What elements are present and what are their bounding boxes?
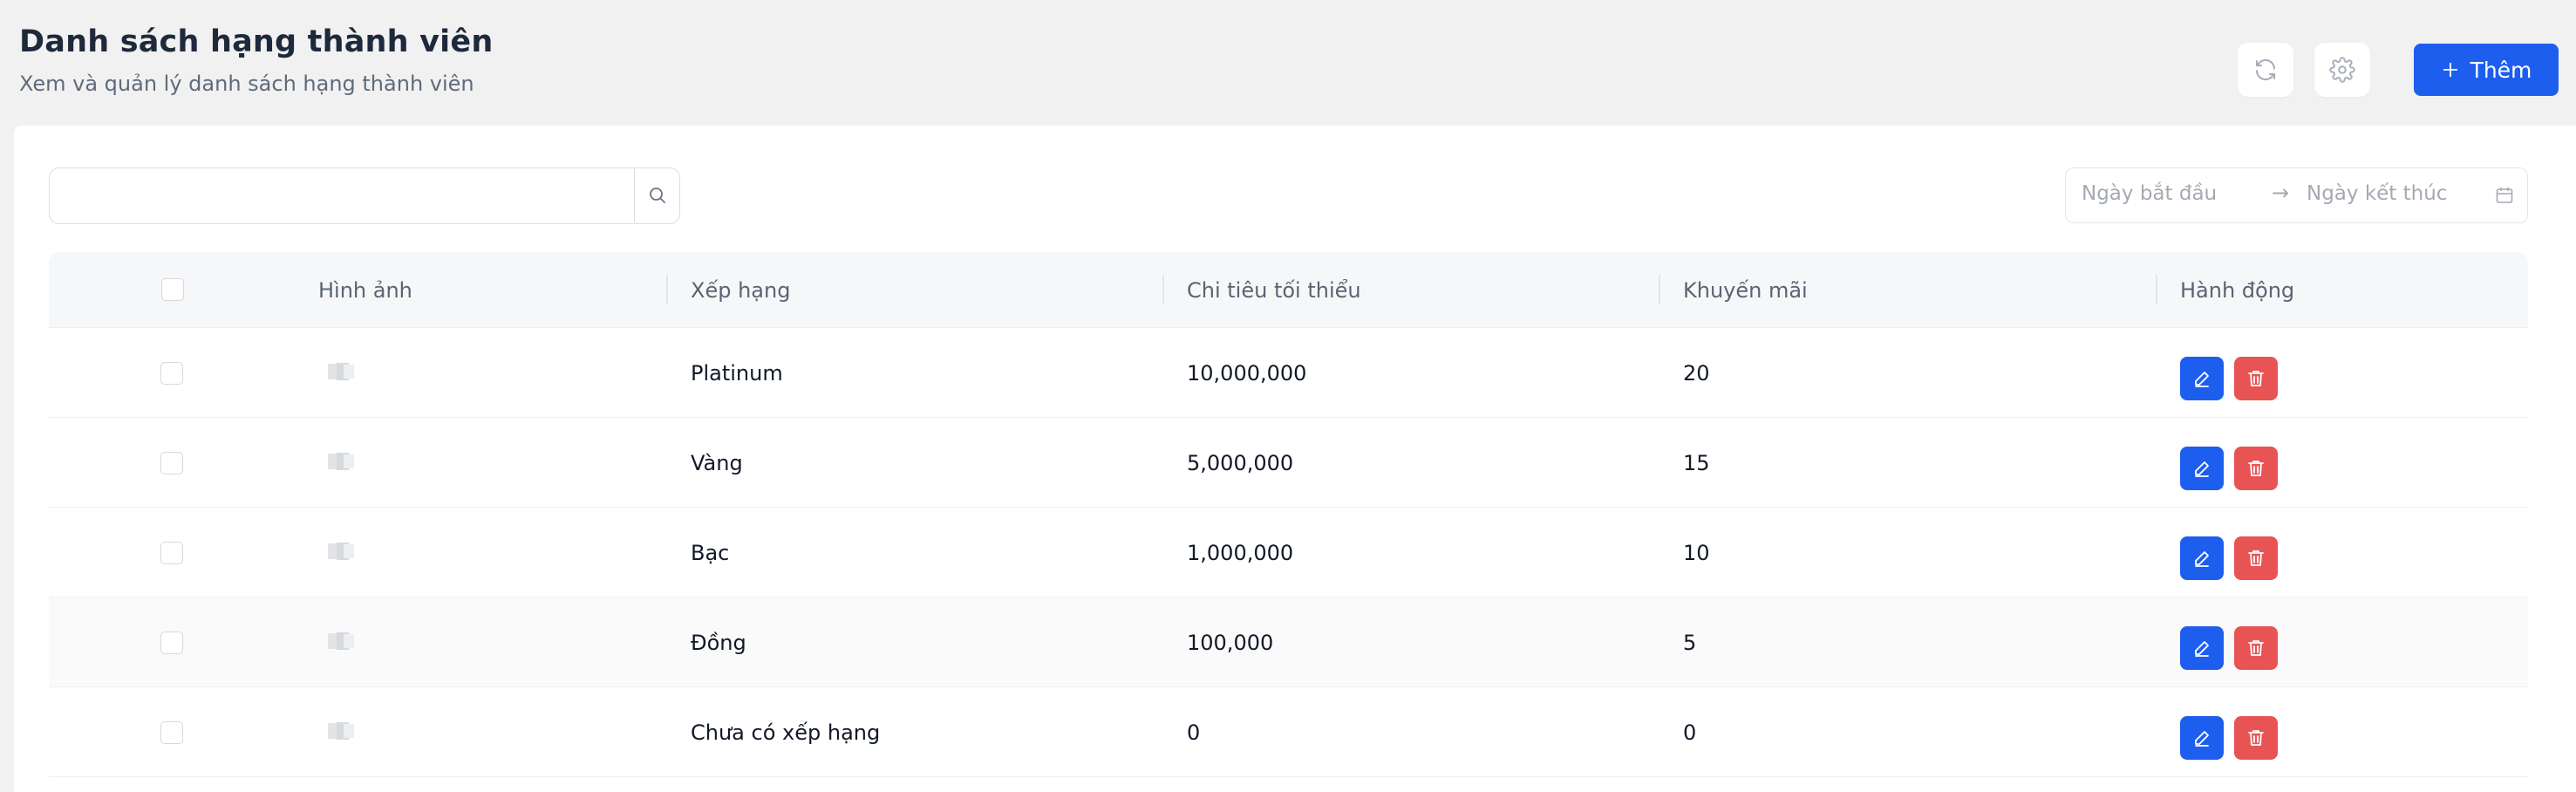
rank-name: Bạc [691, 541, 730, 565]
delete-button[interactable] [2234, 626, 2278, 670]
trash-icon [2248, 371, 2264, 386]
row-checkbox[interactable] [160, 721, 183, 744]
promotion: 15 [1683, 451, 1710, 475]
page-header: Danh sách hạng thành viên Xem và quản lý… [0, 0, 2576, 126]
delete-button[interactable] [2234, 716, 2278, 760]
date-start-field[interactable]: Ngày bắt đầu [2082, 182, 2217, 205]
promotion: 5 [1683, 631, 1697, 655]
column-header-image: Hình ảnh [318, 278, 412, 303]
column-divider [2156, 275, 2157, 304]
column-divider [666, 275, 668, 304]
row-checkbox[interactable] [160, 542, 183, 564]
pencil-icon [2195, 731, 2209, 747]
row-checkbox[interactable] [160, 632, 183, 654]
rank-name: Vàng [691, 451, 743, 475]
trash-icon [2248, 461, 2264, 476]
trash-icon [2248, 550, 2264, 566]
date-range-picker[interactable]: Ngày bắt đầu → Ngày kết thúc [2065, 167, 2528, 223]
promotion: 0 [1683, 720, 1697, 745]
plus-icon [2443, 62, 2457, 78]
pencil-icon [2195, 461, 2209, 477]
calendar-icon [2496, 188, 2513, 203]
rank-image [328, 722, 354, 740]
table-row: Platinum 10,000,000 20 [49, 328, 2528, 418]
search-box [49, 167, 680, 224]
min-spend: 0 [1187, 720, 1201, 745]
column-header-promo: Khuyến mãi [1683, 278, 1808, 303]
min-spend: 100,000 [1187, 631, 1274, 655]
column-header-actions: Hành động [2180, 278, 2295, 303]
edit-button[interactable] [2180, 447, 2224, 490]
delete-button[interactable] [2234, 536, 2278, 580]
rank-image [328, 453, 354, 470]
row-checkbox[interactable] [160, 452, 183, 475]
column-divider [1162, 275, 1164, 304]
edit-button[interactable] [2180, 357, 2224, 400]
promotion: 20 [1683, 361, 1710, 386]
table-header: Hình ảnh Xếp hạng Chi tiêu tối thiểu Khu… [49, 252, 2528, 328]
table-row: Vàng 5,000,000 15 [49, 418, 2528, 508]
pencil-icon [2195, 372, 2209, 387]
column-header-rank: Xếp hạng [691, 278, 791, 303]
delete-button[interactable] [2234, 357, 2278, 400]
select-all-checkbox[interactable] [161, 278, 184, 301]
rank-image [328, 363, 354, 380]
search-input[interactable] [50, 168, 634, 222]
pencil-icon [2195, 551, 2209, 567]
search-icon [649, 188, 665, 203]
edit-button[interactable] [2180, 716, 2224, 760]
promotion: 10 [1683, 541, 1710, 565]
rank-image [328, 632, 354, 650]
add-button[interactable]: Thêm [2414, 44, 2559, 96]
trash-icon [2248, 640, 2264, 656]
delete-button[interactable] [2234, 447, 2278, 490]
rank-name: Platinum [691, 361, 783, 386]
min-spend: 1,000,000 [1187, 541, 1294, 565]
min-spend: 10,000,000 [1187, 361, 1307, 386]
rank-name: Chưa có xếp hạng [691, 720, 881, 745]
rank-image [328, 543, 354, 560]
settings-button[interactable] [2314, 43, 2370, 97]
column-divider [1659, 275, 1660, 304]
row-checkbox[interactable] [160, 362, 183, 385]
edit-button[interactable] [2180, 536, 2224, 580]
table-row: Bạc 1,000,000 10 [49, 508, 2528, 597]
page-title: Danh sách hạng thành viên [19, 24, 494, 59]
min-spend: 5,000,000 [1187, 451, 1294, 475]
table-row: Đồng 100,000 5 [49, 597, 2528, 687]
refresh-button[interactable] [2238, 43, 2293, 97]
rank-name: Đồng [691, 631, 746, 655]
gear-icon [2329, 57, 2355, 83]
date-end-field[interactable]: Ngày kết thúc [2307, 182, 2447, 205]
trash-icon [2248, 730, 2264, 746]
add-button-label: Thêm [2470, 57, 2532, 83]
edit-button[interactable] [2180, 626, 2224, 670]
refresh-icon [2255, 58, 2276, 81]
arrow-right-icon: → [2272, 181, 2290, 205]
column-header-min-spend: Chi tiêu tối thiểu [1187, 278, 1361, 303]
table-row: Chưa có xếp hạng 0 0 [49, 687, 2528, 777]
page-subtitle: Xem và quản lý danh sách hạng thành viên [19, 72, 474, 96]
search-button[interactable] [634, 168, 679, 222]
pencil-icon [2195, 641, 2209, 657]
